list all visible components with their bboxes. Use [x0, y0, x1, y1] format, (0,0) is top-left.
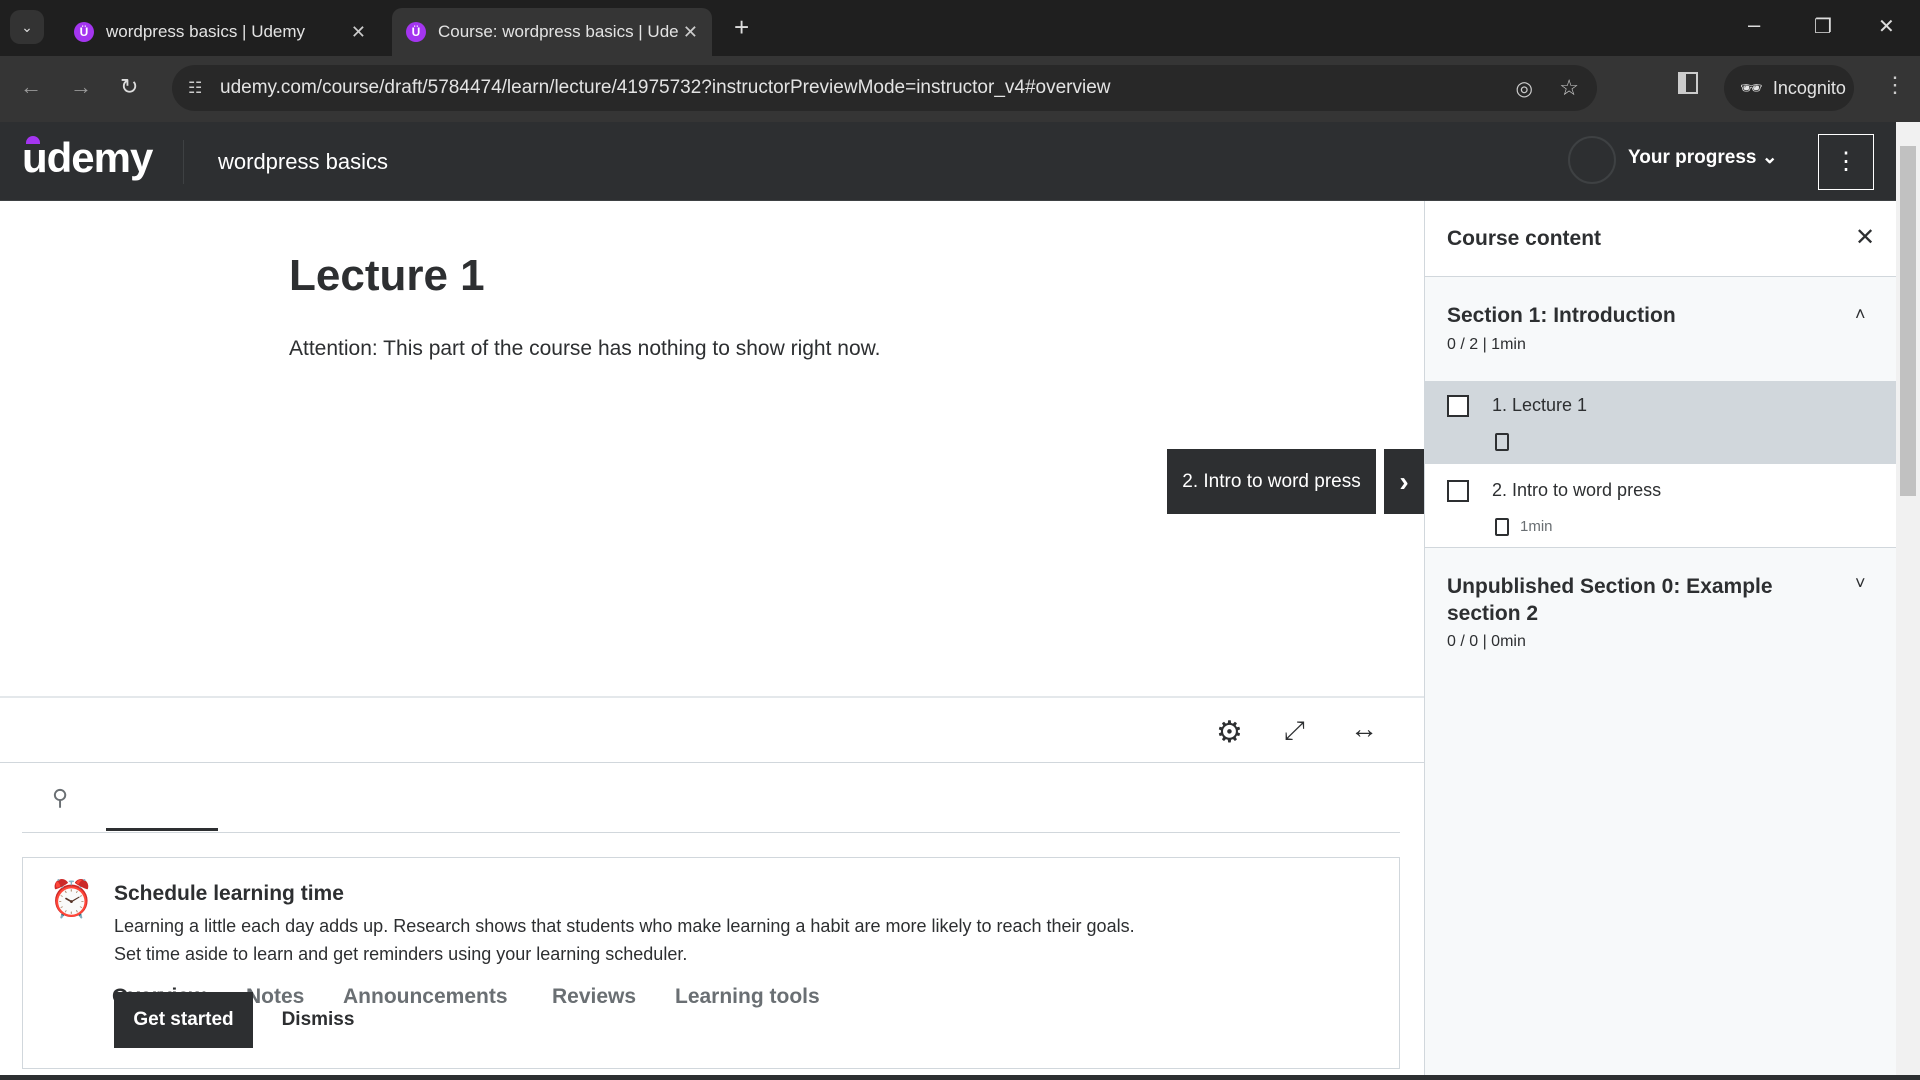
bottom-bar: [0, 1075, 1920, 1080]
udemy-logo[interactable]: udemy: [22, 134, 153, 182]
alarm-clock-icon: ⏰: [49, 878, 94, 919]
close-window-icon[interactable]: ✕: [1878, 14, 1895, 39]
divider: [0, 696, 1424, 698]
url-text: udemy.com/course/draft/5784474/learn/lec…: [220, 77, 1111, 98]
page-scrollbar[interactable]: [1896, 122, 1920, 1075]
next-lecture-arrow-icon[interactable]: ›: [1384, 449, 1424, 514]
incognito-icon: 🕶: [1740, 77, 1763, 98]
lecture-message: Attention: This part of the course has n…: [289, 337, 881, 360]
browser-tab-active[interactable]: Ü Course: wordpress basics | Ude ✕: [392, 8, 712, 56]
next-lecture-tooltip[interactable]: 2. Intro to word press: [1167, 449, 1376, 514]
main-content: Lecture 1 Attention: This part of the co…: [0, 201, 1424, 1075]
document-icon: [1495, 518, 1509, 536]
lecture-duration: 1min: [1520, 518, 1553, 535]
incognito-label: Incognito: [1772, 77, 1846, 98]
more-options-button[interactable]: ⋮: [1818, 134, 1874, 190]
sidebar-title: Course content: [1447, 227, 1602, 250]
url-bar[interactable]: ☷ udemy.com/course/draft/5784474/learn/l…: [172, 65, 1597, 111]
document-icon: [1495, 433, 1509, 451]
your-progress-button[interactable]: Your progress ⌄: [1628, 146, 1778, 169]
eye-off-icon[interactable]: ◎: [1516, 76, 1533, 101]
side-panel-icon[interactable]: [1678, 72, 1698, 94]
search-icon[interactable]: ⚲: [52, 785, 68, 811]
star-icon[interactable]: ☆: [1559, 75, 1579, 101]
lecture-checkbox[interactable]: [1447, 395, 1469, 417]
settings-gear-icon[interactable]: ⚙: [1216, 715, 1243, 750]
section-header-2[interactable]: Unpublished Section 0: Example section 2…: [1425, 549, 1896, 671]
fullscreen-expand-icon[interactable]: ⤢: [1284, 715, 1305, 747]
chevron-down-icon[interactable]: ˅: [1855, 573, 1866, 594]
lecture-item-1[interactable]: 1. Lecture 1: [1425, 381, 1896, 464]
forward-icon[interactable]: →: [70, 74, 92, 100]
section-meta: 0 / 2 | 1min: [1447, 336, 1526, 353]
schedule-text-2: Set time aside to learn and get reminder…: [114, 944, 688, 964]
course-content-sidebar: Course content ✕ Section 1: Introduction…: [1424, 201, 1896, 1075]
chevron-up-icon[interactable]: ˄: [1855, 304, 1866, 325]
section-meta: 0 / 0 | 0min: [1447, 633, 1526, 650]
restore-icon[interactable]: ❐: [1814, 14, 1832, 39]
tab-title: wordpress basics | Udemy: [106, 22, 306, 41]
minimize-icon[interactable]: –: [1748, 12, 1760, 38]
logo-accent-icon: [26, 136, 40, 144]
progress-label: Your progress: [1628, 147, 1757, 168]
sidebar-header: Course content ✕: [1425, 201, 1896, 277]
close-tab-icon[interactable]: ✕: [683, 22, 698, 43]
course-title[interactable]: wordpress basics: [218, 149, 388, 175]
udemy-favicon-icon: Ü: [406, 22, 426, 42]
section-header-1[interactable]: Section 1: Introduction 0 / 2 | 1min ˄: [1425, 278, 1896, 381]
expand-width-icon[interactable]: ↔: [1350, 713, 1378, 745]
address-toolbar: ← → ↻ ☷ udemy.com/course/draft/5784474/l…: [0, 56, 1920, 122]
get-started-button[interactable]: Get started: [114, 992, 253, 1048]
browser-menu-icon[interactable]: ⋮: [1884, 72, 1906, 98]
back-icon[interactable]: ←: [20, 74, 42, 100]
reload-icon[interactable]: ↻: [120, 74, 138, 100]
active-tab-indicator: [106, 828, 218, 831]
scrollbar-thumb[interactable]: [1900, 146, 1916, 496]
browser-tab-bar: ⌄ Üwordpress basics | Udemy ✕ Ü Course: wo…: [0, 0, 1920, 56]
divider: [0, 762, 1424, 763]
progress-ring: [1568, 136, 1616, 184]
tab-search-button[interactable]: ⌄: [10, 10, 44, 44]
site-info-icon[interactable]: ☷: [188, 78, 202, 98]
divider: [183, 140, 184, 184]
divider: [22, 832, 1400, 833]
incognito-badge[interactable]: 🕶 Incognito: [1724, 65, 1854, 111]
lecture-label: 2. Intro to word press: [1492, 480, 1662, 500]
section-title: Unpublished Section 0: Example section 2: [1447, 575, 1773, 625]
close-tab-icon[interactable]: ✕: [351, 22, 366, 43]
section-title: Section 1: Introduction: [1447, 304, 1676, 327]
browser-tab[interactable]: Üwordpress basics | Udemy ✕: [60, 8, 380, 56]
new-tab-icon[interactable]: +: [734, 12, 749, 43]
schedule-card: ⏰ Schedule learning time Learning a litt…: [22, 857, 1400, 1069]
lecture-title: Lecture 1: [289, 251, 485, 300]
schedule-text-1: Learning a little each day adds up. Rese…: [114, 916, 1135, 936]
chevron-down-icon: ⌄: [1761, 147, 1778, 168]
lecture-checkbox[interactable]: [1447, 480, 1469, 502]
dismiss-button[interactable]: Dismiss: [273, 992, 363, 1048]
close-icon[interactable]: ✕: [1855, 223, 1875, 252]
udemy-favicon-icon: Ü: [74, 22, 94, 42]
lecture-label: 1. Lecture 1: [1492, 395, 1588, 415]
udemy-header: udemy wordpress basics Your progress ⌄ ⋮: [0, 122, 1896, 201]
schedule-title: Schedule learning time: [114, 882, 344, 905]
lecture-item-2[interactable]: 2. Intro to word press 1min: [1425, 464, 1896, 548]
tab-title: Course: wordpress basics | Ude: [438, 22, 679, 41]
